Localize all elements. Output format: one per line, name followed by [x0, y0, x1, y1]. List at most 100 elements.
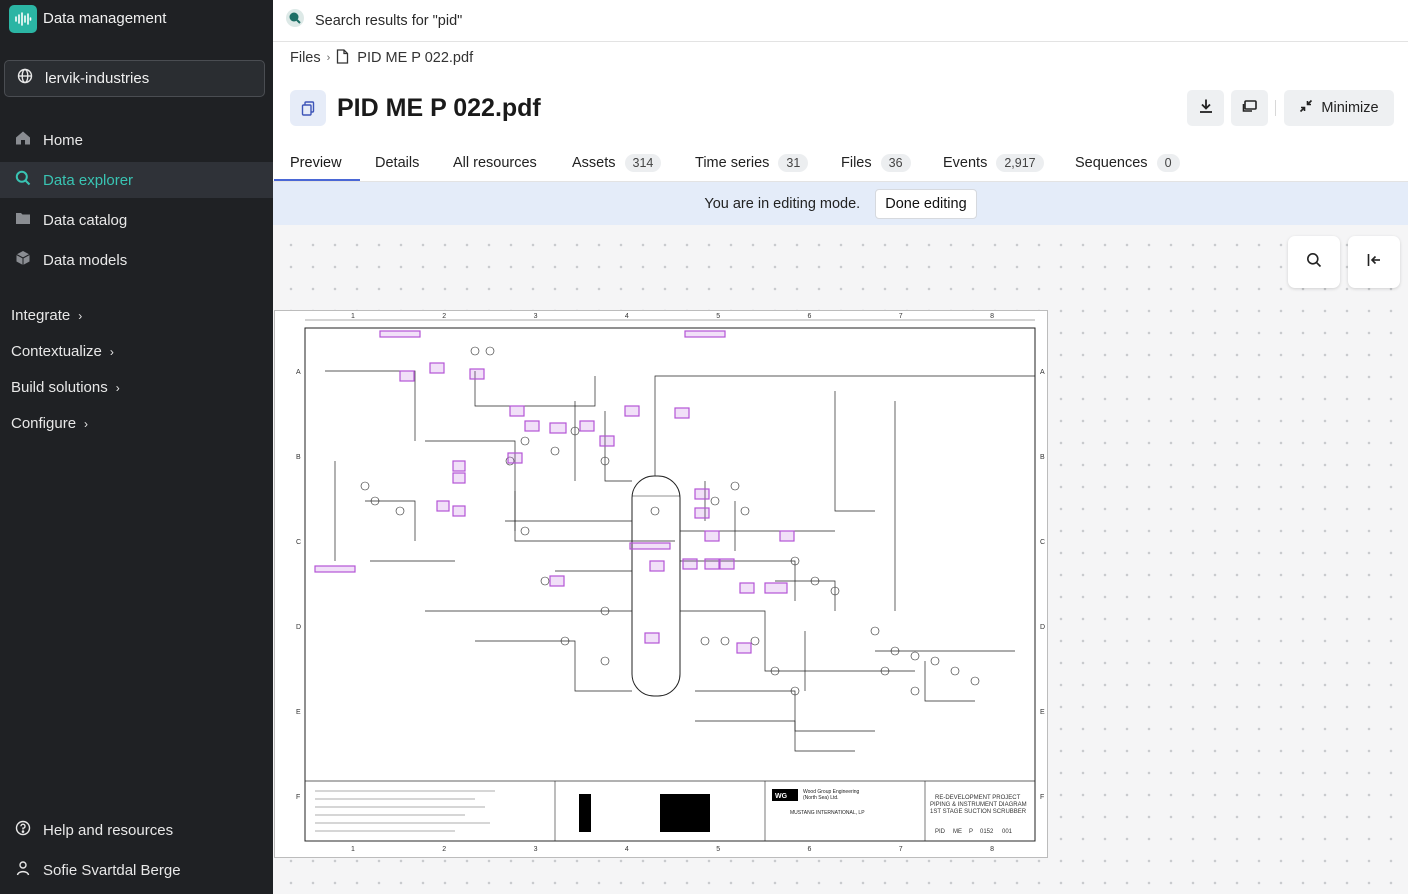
breadcrumb-files[interactable]: Files [290, 50, 321, 66]
org-selector[interactable]: lervik-industries [4, 60, 265, 97]
canvas-search-button[interactable] [1288, 236, 1340, 288]
detected-tag-annotation[interactable] [624, 405, 640, 417]
detected-tag-annotation[interactable] [739, 582, 755, 594]
tab-files[interactable]: Files 36 [841, 144, 911, 182]
instrument-bubble [720, 636, 730, 646]
drawing-tag-2: ME [953, 829, 962, 835]
instrument-bubble [540, 576, 550, 586]
detected-tag-annotation[interactable] [399, 370, 415, 382]
detected-tag-annotation[interactable] [704, 530, 720, 542]
download-button[interactable] [1187, 90, 1224, 126]
nav-section-label: Integrate [11, 307, 71, 324]
grid-row-label: C [296, 539, 301, 546]
tab-count-badge: 36 [880, 154, 911, 172]
search-icon [15, 170, 31, 190]
tab-details[interactable]: Details [375, 144, 419, 182]
help-resources-link[interactable]: Help and resources [15, 820, 173, 840]
nav-item-data-models[interactable]: Data models [0, 242, 273, 278]
tab-all-resources[interactable]: All resources [453, 144, 537, 182]
detected-tag-annotation[interactable] [429, 362, 445, 374]
tab-events[interactable]: Events 2,917 [943, 144, 1044, 182]
tab-preview[interactable]: Preview [290, 144, 342, 182]
grid-column-label: 6 [808, 313, 812, 320]
contractor-name: MUSTANG INTERNATIONAL, LP [790, 810, 865, 816]
detected-tag-annotation[interactable] [682, 558, 698, 570]
nav-item-home[interactable]: Home [0, 122, 273, 158]
instrument-bubble [730, 481, 740, 491]
grid-column-label: 5 [716, 846, 720, 853]
grid-column-label: 4 [625, 846, 629, 853]
detected-tag-annotation[interactable] [436, 500, 450, 512]
detected-tag-annotation[interactable] [524, 420, 540, 432]
detected-tag-annotation[interactable] [694, 507, 710, 519]
detected-tag-annotation[interactable] [549, 422, 567, 434]
nav-item-data-explorer[interactable]: Data explorer [0, 162, 273, 198]
detected-tag-annotation[interactable] [379, 330, 421, 338]
tab-count-badge: 0 [1156, 154, 1180, 172]
detected-tag-annotation[interactable] [704, 558, 720, 570]
detected-tag-annotation[interactable] [314, 565, 356, 573]
detected-tag-annotation[interactable] [764, 582, 788, 594]
nav-item-label: Data catalog [43, 211, 128, 229]
detected-tag-annotation[interactable] [684, 330, 726, 338]
svg-text:WG: WG [775, 793, 788, 800]
instrument-bubble [650, 506, 660, 516]
nav-section-configure[interactable]: Configure › [11, 415, 88, 432]
nav-section-integrate[interactable]: Integrate › [11, 307, 82, 324]
detected-tag-annotation[interactable] [629, 542, 671, 550]
nav-section-build-solutions[interactable]: Build solutions › [11, 379, 120, 396]
user-icon [15, 860, 31, 880]
grid-row-label: B [1040, 454, 1045, 461]
detected-tag-annotation[interactable] [579, 420, 595, 432]
done-editing-button[interactable]: Done editing [875, 188, 977, 219]
detected-tag-annotation[interactable] [452, 472, 466, 484]
breadcrumb-current: PID ME P 022.pdf [357, 50, 474, 66]
tab-time-series[interactable]: Time series 31 [695, 144, 809, 182]
detected-tag-annotation[interactable] [694, 488, 710, 500]
instrument-bubble [710, 496, 720, 506]
detected-tag-annotation[interactable] [779, 530, 795, 542]
grid-column-label: 8 [990, 313, 994, 320]
globe-icon [17, 68, 33, 89]
open-external-button[interactable] [1231, 90, 1268, 126]
detected-tag-annotation[interactable] [507, 452, 523, 464]
app-title: Data management [43, 10, 167, 27]
nav-section-contextualize[interactable]: Contextualize › [11, 343, 114, 360]
detected-tag-annotation[interactable] [549, 575, 565, 587]
tab-label: Files [841, 155, 872, 171]
app-header[interactable]: Data management [0, 0, 273, 37]
nav-item-data-catalog[interactable]: Data catalog [0, 202, 273, 238]
detected-tag-annotation[interactable] [736, 642, 752, 654]
detected-tag-annotation[interactable] [644, 632, 660, 644]
detected-tag-annotation[interactable] [509, 405, 525, 417]
preview-canvas[interactable]: 1122334455667788 AABBCCDDEEFF WG Wood Gr… [273, 225, 1408, 894]
editing-mode-banner: You are in editing mode. Done editing [273, 182, 1408, 225]
detected-tag-annotation[interactable] [452, 460, 466, 472]
instrument-bubble [470, 346, 480, 356]
detected-tag-annotation[interactable] [719, 558, 735, 570]
grid-row-label: A [296, 369, 301, 376]
minimize-button[interactable]: Minimize [1284, 90, 1394, 126]
grid-column-label: 7 [899, 846, 903, 853]
instrument-bubble [360, 481, 370, 491]
grid-row-label: C [1040, 539, 1045, 546]
nav-item-label: Data explorer [43, 171, 134, 189]
user-profile[interactable]: Sofie Svartdal Berge [15, 860, 181, 880]
cube-icon [15, 250, 31, 270]
tab-assets[interactable]: Assets 314 [572, 144, 662, 182]
instrument-bubble [600, 656, 610, 666]
grid-column-label: 5 [716, 313, 720, 320]
document-icon [336, 48, 349, 68]
detected-tag-annotation[interactable] [452, 505, 466, 517]
grid-row-label: D [1040, 624, 1045, 631]
instrument-bubble [700, 636, 710, 646]
detected-tag-annotation[interactable] [469, 368, 485, 380]
detected-tag-annotation[interactable] [674, 407, 690, 419]
tab-sequences[interactable]: Sequences 0 [1075, 144, 1180, 182]
pid-drawing-preview[interactable]: 1122334455667788 AABBCCDDEEFF WG Wood Gr… [274, 310, 1048, 858]
detected-tag-annotation[interactable] [599, 435, 615, 447]
title-line-1: RE-DEVELOPMENT PROJECT [935, 795, 1021, 801]
grid-row-label: E [296, 709, 301, 716]
collapse-panel-button[interactable] [1348, 236, 1400, 288]
detected-tag-annotation[interactable] [649, 560, 665, 572]
